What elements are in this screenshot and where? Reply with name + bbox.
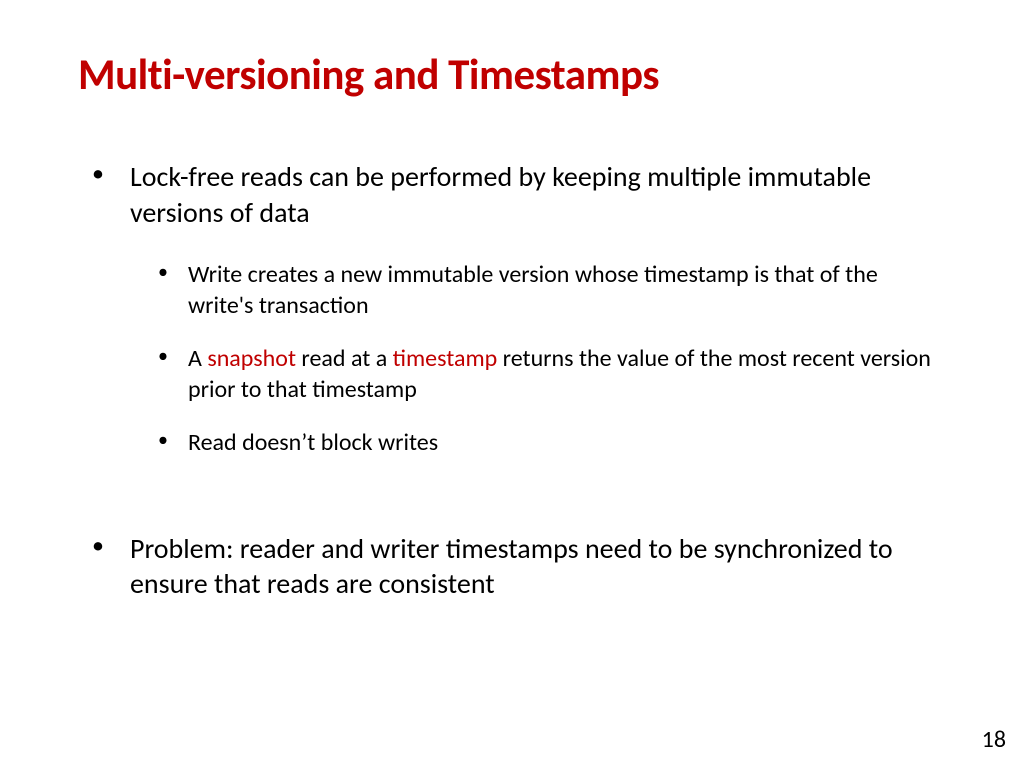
bullet-item-2: Problem: reader and writer timestamps ne…: [86, 531, 946, 603]
bullet-text: Problem: reader and writer timestamps ne…: [130, 531, 893, 602]
sub-bullet-1: Write creates a new immutable version wh…: [152, 259, 946, 321]
bullet-item-1: Lock-free reads can be performed by keep…: [86, 159, 946, 503]
bullet-list-level1: Lock-free reads can be performed by keep…: [78, 159, 946, 602]
sub-bullet-2: A snapshot read at a timestamp returns t…: [152, 343, 946, 405]
sub-bullet-text: Write creates a new immutable version wh…: [188, 260, 878, 320]
sub-bullet-text-b: read at a: [296, 344, 393, 373]
sub-bullet-text-a: A: [188, 344, 207, 373]
highlight-timestamp: timestamp: [393, 344, 498, 373]
slide: Multi-versioning and Timestamps Lock-fre…: [0, 0, 1024, 768]
bullet-text: Lock-free reads can be performed by keep…: [130, 159, 871, 230]
slide-title: Multi-versioning and Timestamps: [78, 48, 946, 101]
bullet-list-level2: Write creates a new immutable version wh…: [130, 259, 946, 459]
page-number: 18: [982, 725, 1006, 754]
sub-bullet-3: Read doesn’t block writes: [152, 427, 946, 458]
highlight-snapshot: snapshot: [207, 344, 296, 373]
sub-bullet-text: Read doesn’t block writes: [188, 428, 438, 457]
spacer: [130, 481, 946, 503]
